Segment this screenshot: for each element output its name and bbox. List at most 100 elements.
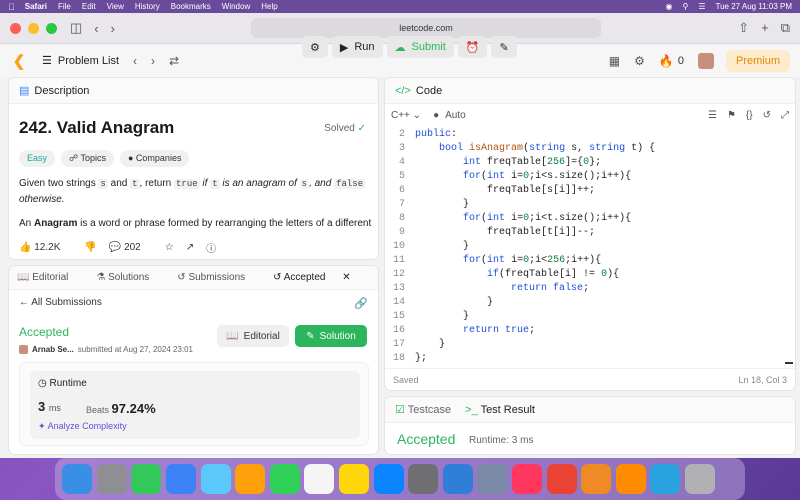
- search-icon[interactable]: ⚲: [682, 2, 688, 11]
- share-icon[interactable]: ↗: [186, 242, 194, 253]
- tab-submissions[interactable]: ↺ Submissions: [177, 272, 259, 283]
- dock-vlc-icon[interactable]: [615, 464, 646, 494]
- address-bar[interactable]: leetcode.com: [250, 18, 601, 38]
- menubar-datetime[interactable]: Tue 27 Aug 11:03 PM: [716, 2, 793, 11]
- language-select[interactable]: C++ ⌄: [391, 110, 421, 121]
- help-icon[interactable]: ⓘ: [206, 240, 216, 255]
- code-line[interactable]: 14 }: [385, 296, 795, 310]
- menu-bookmarks[interactable]: Bookmarks: [171, 2, 211, 11]
- like-button[interactable]: 👍 12.2K: [19, 242, 72, 253]
- all-submissions-link[interactable]: ← All Submissions: [19, 297, 102, 308]
- tab-solutions[interactable]: ⚗ Solutions: [96, 272, 163, 283]
- dock-notes-icon[interactable]: [339, 464, 370, 494]
- new-tab-icon[interactable]: +: [761, 20, 769, 36]
- code-line[interactable]: 16 return true;: [385, 324, 795, 338]
- control-center-icon[interactable]: ☰: [698, 2, 705, 11]
- code-editor[interactable]: 2 public: 3 bool isAnagram(string s, strin…: [385, 128, 795, 368]
- dock-facetime-icon[interactable]: [269, 464, 300, 494]
- solution-button[interactable]: ✎ Solution: [295, 325, 367, 347]
- dock-telegram-icon[interactable]: [650, 464, 681, 494]
- tab-test-result[interactable]: >_ Test Result: [465, 404, 535, 416]
- comment-button[interactable]: 💬 202: [109, 242, 153, 253]
- sidebar-toggle-icon[interactable]: ◫: [70, 20, 82, 36]
- next-problem-icon[interactable]: ›: [151, 54, 155, 68]
- topics-chip[interactable]: ☍ Topics: [61, 150, 114, 167]
- problem-list-button[interactable]: ☰ Problem List: [42, 54, 119, 68]
- forward-icon[interactable]: ›: [111, 21, 115, 36]
- dock-finder-icon[interactable]: [62, 464, 93, 494]
- code-line[interactable]: 13 return false;: [385, 282, 795, 296]
- dock-messages-icon[interactable]: [131, 464, 162, 494]
- dock-launchpad-icon[interactable]: [96, 464, 127, 494]
- zoom-window-button[interactable]: [46, 22, 57, 34]
- code-line[interactable]: 3 bool isAnagram(string s, string t) {: [385, 142, 795, 156]
- close-window-button[interactable]: [10, 22, 21, 34]
- author-name[interactable]: Arnab Se...: [32, 345, 74, 354]
- dock-trash-icon[interactable]: [684, 464, 715, 494]
- menu-app-name[interactable]: Safari: [25, 2, 47, 11]
- debug-button[interactable]: ⚙: [302, 36, 328, 58]
- dock-vs-code-icon[interactable]: [442, 464, 473, 494]
- tab-testcase[interactable]: ☑ Testcase: [395, 403, 451, 416]
- code-line[interactable]: 9 freqTable[t[i]]--;: [385, 226, 795, 240]
- minimize-window-button[interactable]: [28, 22, 39, 34]
- streak-fire-icon[interactable]: 🔥: [659, 54, 674, 68]
- dock-infuse-icon[interactable]: [581, 464, 612, 494]
- dock-music-icon[interactable]: [512, 464, 543, 494]
- timer-button[interactable]: ⏰: [457, 36, 488, 58]
- code-line[interactable]: 10 }: [385, 240, 795, 254]
- code-line[interactable]: 8 for(int i=0;i<t.size();i++){: [385, 212, 795, 226]
- avatar[interactable]: [697, 52, 714, 69]
- dock-photos-icon[interactable]: [235, 464, 266, 494]
- code-line[interactable]: 6 freqTable[s[i]]++;: [385, 184, 795, 198]
- back-icon[interactable]: ‹: [94, 21, 98, 36]
- code-line[interactable]: 5 for(int i=0;i<s.size();i++){: [385, 170, 795, 184]
- scrollbar-indicator[interactable]: [785, 362, 793, 364]
- braces-icon[interactable]: {}: [746, 110, 753, 121]
- dock-reminders-icon[interactable]: [304, 464, 335, 494]
- code-line[interactable]: 17 }: [385, 338, 795, 352]
- link-icon[interactable]: 🔗: [354, 297, 368, 310]
- tab-editorial[interactable]: 📖 Editorial: [17, 272, 82, 283]
- tab-overview-icon[interactable]: ⧉: [781, 20, 790, 36]
- dislike-icon[interactable]: 👎: [84, 242, 96, 253]
- code-line[interactable]: 2 public:: [385, 128, 795, 142]
- analyze-complexity-link[interactable]: ✦ Analyze Complexity: [38, 421, 127, 432]
- layout-icon[interactable]: ▦: [609, 54, 620, 68]
- share-icon[interactable]: ⇧: [738, 20, 749, 36]
- menu-window[interactable]: Window: [222, 2, 250, 11]
- prev-problem-icon[interactable]: ‹: [133, 54, 137, 68]
- code-line[interactable]: 18};: [385, 352, 795, 366]
- code-line[interactable]: 4 int freqTable[256]={0};: [385, 156, 795, 170]
- reset-icon[interactable]: ↺: [763, 110, 771, 121]
- menu-edit[interactable]: Edit: [82, 2, 96, 11]
- description-tab[interactable]: ▤ Description: [9, 78, 378, 104]
- menu-file[interactable]: File: [58, 2, 71, 11]
- menu-help[interactable]: Help: [261, 2, 277, 11]
- shuffle-icon[interactable]: ⇄: [169, 54, 179, 68]
- star-icon[interactable]: ☆: [165, 242, 174, 253]
- companies-chip[interactable]: ● Companies: [119, 150, 190, 167]
- run-button[interactable]: ▶ Run: [331, 36, 383, 58]
- dock-preview-icon[interactable]: [477, 464, 508, 494]
- premium-button[interactable]: Premium: [725, 49, 790, 72]
- dock-chrome-icon[interactable]: [546, 464, 577, 494]
- dock-mail-icon[interactable]: [166, 464, 197, 494]
- dock-app-store-icon[interactable]: [373, 464, 404, 494]
- editorial-button[interactable]: 📖 Editorial: [217, 325, 289, 347]
- code-line[interactable]: 7 }: [385, 198, 795, 212]
- submit-button[interactable]: ☁ Submit: [386, 36, 454, 58]
- dock-system-settings-icon[interactable]: [408, 464, 439, 494]
- code-line[interactable]: 15 }: [385, 310, 795, 324]
- menu-view[interactable]: View: [107, 2, 124, 11]
- bookmark-icon[interactable]: ⚑: [727, 110, 736, 121]
- code-line[interactable]: 11 for(int i=0;i<256;i++){: [385, 254, 795, 268]
- menu-history[interactable]: History: [135, 2, 160, 11]
- code-line[interactable]: 12 if(freqTable[i] != 0){: [385, 268, 795, 282]
- wifi-icon[interactable]: ◉: [665, 2, 672, 11]
- format-icon[interactable]: ☰: [708, 110, 717, 121]
- fullscreen-icon[interactable]: ⤢: [781, 110, 789, 121]
- dock-maps-icon[interactable]: [200, 464, 231, 494]
- settings-gear-icon[interactable]: ⚙: [634, 54, 645, 68]
- apple-icon[interactable]: : [8, 2, 15, 12]
